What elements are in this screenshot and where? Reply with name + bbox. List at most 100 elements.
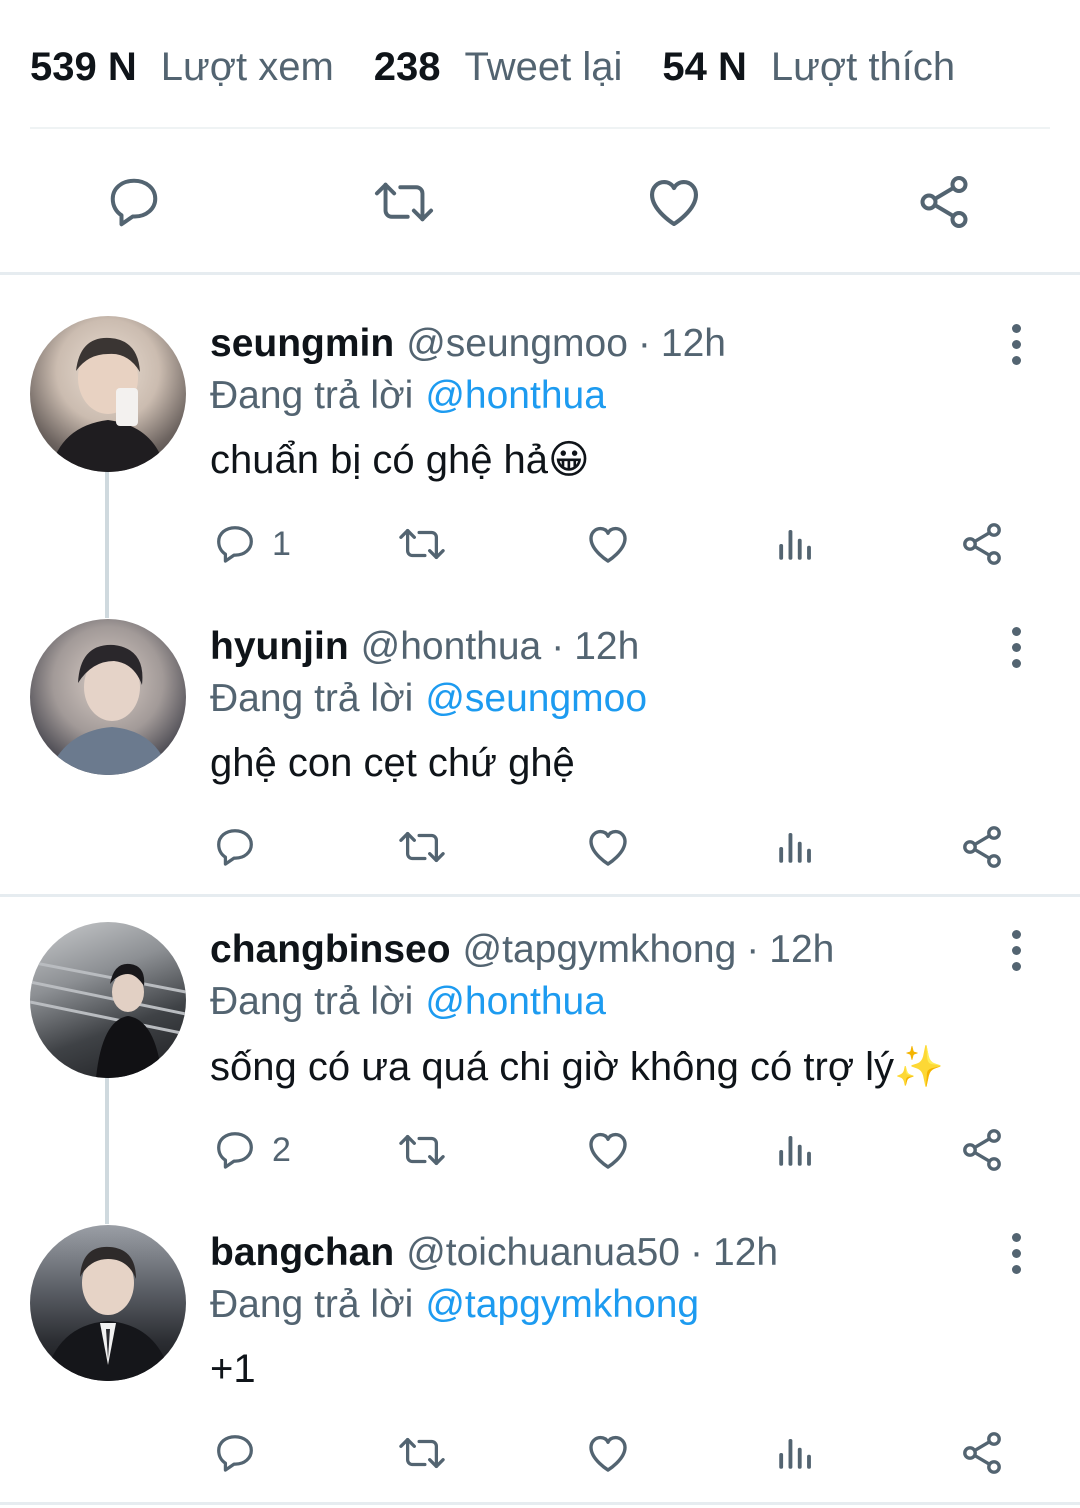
retweets-count: 238 xyxy=(373,44,441,89)
main-retweet-button[interactable] xyxy=(372,170,436,234)
likes-label: Lượt thích xyxy=(770,44,956,89)
separator-dot: · xyxy=(551,625,565,668)
section-divider xyxy=(0,894,1080,897)
display-name[interactable]: hyunjin xyxy=(210,625,349,669)
views-button[interactable] xyxy=(774,516,816,572)
reply-count: 2 xyxy=(272,1130,291,1169)
retweet-icon xyxy=(399,831,445,863)
timestamp[interactable]: 12h xyxy=(661,322,726,366)
tweet-text: sống có ưa quá chi giờ không có trợ lý✨ xyxy=(210,1044,944,1089)
display-name[interactable]: seungmin xyxy=(210,322,394,366)
retweet-icon xyxy=(399,1437,445,1469)
retweet-icon xyxy=(399,528,445,560)
stat-views[interactable]: 539 N Lượt xem xyxy=(30,45,334,90)
timestamp[interactable]: 12h xyxy=(574,625,639,669)
like-icon xyxy=(589,1132,627,1169)
replying-prefix: Đang trả lời xyxy=(210,677,414,720)
user-handle[interactable]: @honthua xyxy=(361,625,542,669)
avatar-hyunjin[interactable] xyxy=(30,619,186,775)
avatar-image xyxy=(48,644,170,775)
main-share-button[interactable] xyxy=(912,170,976,234)
user-handle[interactable]: @toichuanua50 xyxy=(406,1231,680,1275)
mention-link[interactable]: @honthua xyxy=(425,374,606,418)
share-icon xyxy=(963,1432,1001,1474)
like-icon xyxy=(649,180,699,227)
views-icon xyxy=(779,1439,811,1469)
like-button[interactable] xyxy=(584,819,632,875)
avatar-seungmin[interactable] xyxy=(30,316,186,472)
retweet-button[interactable] xyxy=(396,819,448,875)
more-options-button[interactable] xyxy=(996,922,1036,978)
section-divider xyxy=(0,272,1080,275)
more-icon xyxy=(1011,929,1021,939)
like-button[interactable] xyxy=(584,1425,632,1481)
mention-link[interactable]: @tapgymkhong xyxy=(425,1283,699,1327)
avatar-image xyxy=(30,960,186,1078)
replying-to: Đang trả lời @honthua xyxy=(210,976,606,1028)
views-button[interactable] xyxy=(774,1122,816,1178)
avatar-changbinseo[interactable] xyxy=(30,922,186,1078)
share-button[interactable] xyxy=(958,1122,1006,1178)
mention-link[interactable]: @seungmoo xyxy=(425,677,647,721)
display-name[interactable]: changbinseo xyxy=(210,928,451,972)
more-options-button[interactable] xyxy=(996,619,1036,675)
retweet-button[interactable] xyxy=(396,1425,448,1481)
stat-retweets[interactable]: 238 Tweet lại xyxy=(374,45,623,90)
share-icon xyxy=(963,826,1001,868)
main-like-button[interactable] xyxy=(642,170,706,234)
like-icon xyxy=(589,829,627,866)
section-divider xyxy=(0,1502,1080,1505)
more-options-button[interactable] xyxy=(996,1225,1036,1281)
tweet-text: chuẩn bị có ghệ hả😀 xyxy=(210,438,590,482)
views-icon xyxy=(779,1136,811,1166)
more-icon xyxy=(1011,1232,1021,1242)
reply-button[interactable] xyxy=(212,1425,272,1481)
views-button[interactable] xyxy=(774,819,816,875)
stat-likes[interactable]: 54 N Lượt thích xyxy=(662,45,955,90)
timestamp[interactable]: 12h xyxy=(713,1231,778,1275)
retweet-button[interactable] xyxy=(396,1122,448,1178)
reply-icon xyxy=(217,829,253,866)
reply-count: 1 xyxy=(272,524,291,563)
share-icon xyxy=(963,1129,1001,1171)
share-button[interactable] xyxy=(958,1425,1006,1481)
display-name[interactable]: bangchan xyxy=(210,1231,394,1275)
share-button[interactable] xyxy=(958,516,1006,572)
replying-prefix: Đang trả lời xyxy=(210,374,414,417)
avatar-image xyxy=(50,337,166,472)
retweet-icon xyxy=(374,182,434,222)
tweet-header: changbinseo @tapgymkhong · 12h xyxy=(210,924,834,976)
share-button[interactable] xyxy=(958,819,1006,875)
share-icon xyxy=(920,176,968,228)
tweet-stats: 539 N Lượt xem 238 Tweet lại 54 N Lượt t… xyxy=(30,40,955,94)
views-count: 539 N xyxy=(30,44,137,89)
main-reply-button[interactable] xyxy=(102,170,166,234)
views-label: Lượt xem xyxy=(160,44,334,89)
avatar-bangchan[interactable] xyxy=(30,1225,186,1381)
reply-button[interactable] xyxy=(212,819,272,875)
replying-prefix: Đang trả lời xyxy=(210,980,414,1023)
more-icon xyxy=(1011,626,1021,636)
user-handle[interactable]: @seungmoo xyxy=(406,322,628,366)
tweet-header: hyunjin @honthua · 12h xyxy=(210,621,639,673)
tweet-text: ghệ con cẹt chứ ghệ xyxy=(210,740,575,785)
like-button[interactable] xyxy=(584,1122,632,1178)
reply-button[interactable]: 2 xyxy=(212,1122,291,1178)
views-icon xyxy=(779,530,811,560)
like-button[interactable] xyxy=(584,516,632,572)
retweet-button[interactable] xyxy=(396,516,448,572)
divider xyxy=(30,127,1050,129)
replying-to: Đang trả lời @seungmoo xyxy=(210,673,647,725)
mention-link[interactable]: @honthua xyxy=(425,980,606,1024)
views-button[interactable] xyxy=(774,1425,816,1481)
user-handle[interactable]: @tapgymkhong xyxy=(463,928,737,972)
reply-button[interactable]: 1 xyxy=(212,516,291,572)
tweet-action-bar: 1 xyxy=(0,516,1080,572)
timestamp[interactable]: 12h xyxy=(769,928,834,972)
retweet-icon xyxy=(399,1134,445,1166)
more-options-button[interactable] xyxy=(996,316,1036,372)
like-icon xyxy=(589,1435,627,1472)
separator-dot: · xyxy=(690,1231,703,1274)
retweets-label: Tweet lại xyxy=(464,44,623,89)
tweet-action-bar xyxy=(0,819,1080,875)
